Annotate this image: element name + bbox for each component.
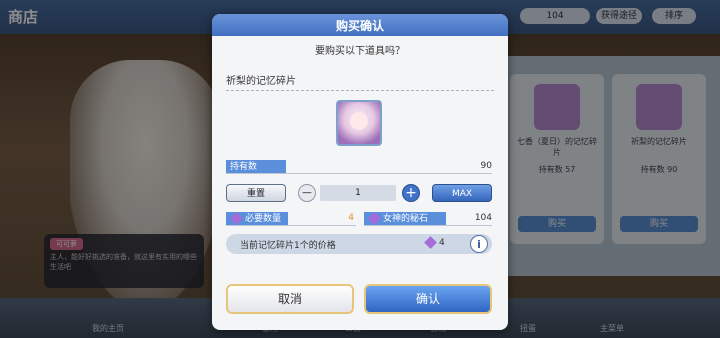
confirm-button[interactable]: 确认	[364, 284, 492, 314]
currency-value: 104	[474, 213, 492, 223]
jewel-icon	[424, 236, 437, 249]
dialog-title: 购买确认	[335, 19, 384, 33]
owned-label: 持有数	[226, 160, 286, 174]
reset-button[interactable]: 重置	[226, 184, 286, 202]
gem-icon	[230, 212, 243, 225]
required-value: 4	[348, 213, 354, 223]
jewel-icon	[368, 212, 381, 225]
item-name: 祈梨的记忆碎片	[226, 76, 296, 87]
currency-label-box: 女神的秘石	[364, 212, 446, 226]
required-label: 必要数量	[245, 214, 282, 224]
confirm-question: 要购买以下道具吗？	[315, 46, 405, 57]
currency-label: 女神的秘石	[383, 214, 429, 224]
owned-underline	[226, 173, 492, 174]
plus-button[interactable]: +	[402, 184, 420, 202]
divider	[226, 90, 494, 91]
dialog-header: 购买确认	[212, 14, 508, 36]
required-underline	[226, 225, 356, 226]
required-label-box: 必要数量	[226, 212, 288, 226]
price-text: 当前记忆碎片1个的价格	[240, 241, 336, 251]
owned-value: 90	[480, 161, 492, 171]
info-icon[interactable]: i	[470, 235, 488, 253]
minus-button[interactable]: −	[298, 184, 316, 202]
memory-shard-icon	[336, 100, 382, 146]
price-value-box: 4	[424, 236, 445, 249]
price-bar: 当前记忆碎片1个的价格 4 i	[226, 234, 492, 254]
currency-underline	[364, 225, 492, 226]
price-value: 4	[439, 238, 445, 248]
quantity-value: 1	[320, 185, 396, 201]
purchase-dialog: 购买确认 要购买以下道具吗？ 祈梨的记忆碎片 持有数 90 重置 − 1 + M…	[212, 14, 508, 330]
cancel-button[interactable]: 取消	[226, 284, 354, 314]
max-button[interactable]: MAX	[432, 184, 492, 202]
